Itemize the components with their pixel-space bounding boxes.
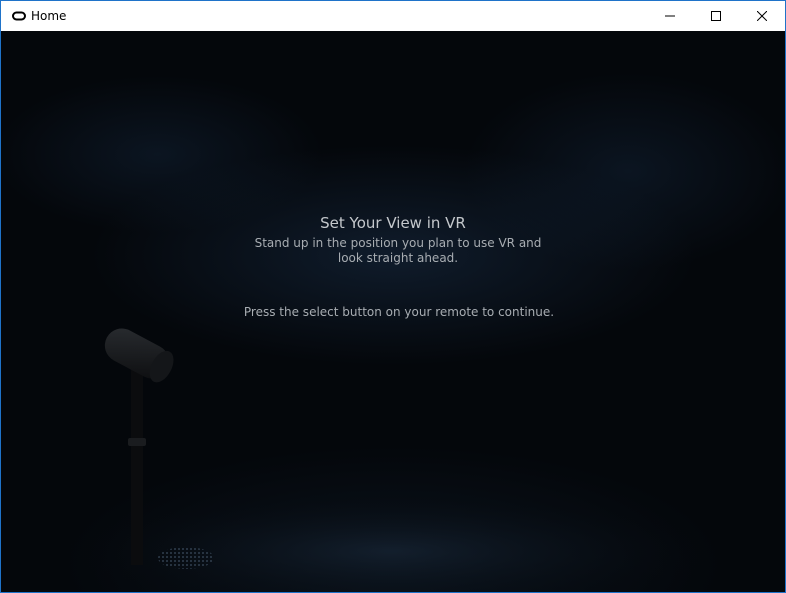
prompt-continue: Press the select button on your remote t… — [243, 305, 555, 319]
close-button[interactable] — [739, 1, 785, 31]
maximize-icon — [711, 11, 721, 21]
window-controls — [647, 1, 785, 31]
window-title: Home — [31, 9, 67, 23]
close-icon — [757, 11, 767, 21]
oculus-ring-icon — [10, 1, 28, 31]
minimize-icon — [665, 15, 675, 17]
app-window: Home Set Your View in VR Stand up in the… — [0, 0, 786, 593]
prompt-title: Set Your View in VR — [320, 214, 466, 232]
maximize-button[interactable] — [693, 1, 739, 31]
title-bar[interactable]: Home — [1, 1, 785, 31]
minimize-button[interactable] — [647, 1, 693, 31]
vr-viewport[interactable]: Set Your View in VR Stand up in the posi… — [1, 31, 785, 592]
prompt-instruction: Stand up in the position you plan to use… — [254, 236, 542, 265]
